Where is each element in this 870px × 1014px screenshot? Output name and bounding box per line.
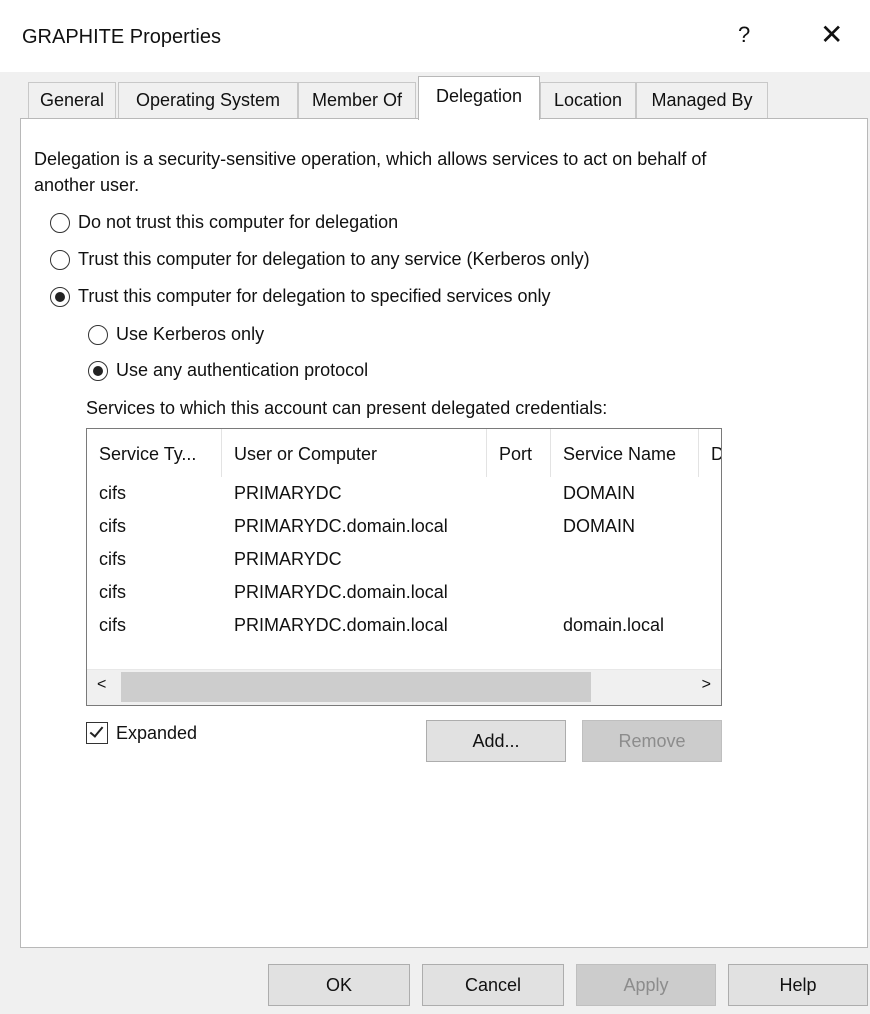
cancel-button[interactable]: Cancel [422, 964, 564, 1006]
radio-button[interactable] [88, 324, 108, 345]
cell-service-name: domain.local [563, 615, 665, 635]
radio-button[interactable] [50, 286, 70, 307]
scroll-right-icon[interactable]: > [702, 676, 711, 694]
services-list-caption: Services to which this account can prese… [86, 398, 608, 418]
table-row[interactable]: cifs PRIMARYDC [87, 546, 721, 572]
column-header-service-type[interactable]: Service Ty... [87, 429, 222, 477]
delegation-description: Delegation is a security-sensitive opera… [34, 149, 707, 195]
cell-service-type: cifs [99, 549, 126, 569]
checkmark-icon [89, 723, 104, 738]
tab-delegation[interactable]: Delegation [418, 76, 540, 120]
table-row[interactable]: cifs PRIMARYDC.domain.local domain.local [87, 612, 721, 638]
cell-service-name: DOMAIN [563, 483, 635, 503]
tab-member-of[interactable]: Member Of [298, 82, 416, 118]
cell-service-type: cifs [99, 516, 126, 536]
radio-label: Trust this computer for delegation to sp… [78, 286, 551, 306]
radio-button[interactable] [50, 249, 70, 270]
cell-user-or-computer: PRIMARYDC [234, 549, 342, 569]
radio-specified-services[interactable]: Trust this computer for delegation to sp… [50, 286, 551, 307]
ok-button[interactable]: OK [268, 964, 410, 1006]
cell-user-or-computer: PRIMARYDC.domain.local [234, 615, 448, 635]
table-row[interactable]: cifs PRIMARYDC DOMAIN [87, 480, 721, 506]
radio-selected-dot [55, 291, 65, 302]
column-header-port[interactable]: Port [487, 429, 551, 477]
cell-user-or-computer: PRIMARYDC.domain.local [234, 582, 448, 602]
cell-user-or-computer: PRIMARYDC.domain.local [234, 516, 448, 536]
help-button[interactable]: Help [728, 964, 868, 1006]
radio-label: Use any authentication protocol [116, 360, 369, 380]
radio-no-delegation[interactable]: Do not trust this computer for delegatio… [50, 212, 398, 233]
expanded-checkbox-row[interactable]: Expanded [86, 722, 197, 744]
title-bar: GRAPHITE Properties ? ✕ [0, 0, 870, 72]
column-header-truncated[interactable]: D [699, 429, 721, 477]
column-header-service-name[interactable]: Service Name [551, 429, 699, 477]
window-title: GRAPHITE Properties [22, 26, 221, 48]
radio-any-service[interactable]: Trust this computer for delegation to an… [50, 249, 590, 270]
tab-managed-by[interactable]: Managed By [636, 82, 768, 118]
horizontal-scrollbar[interactable]: < > [87, 669, 721, 705]
tab-general[interactable]: General [28, 82, 116, 118]
column-header-user-or-computer[interactable]: User or Computer [222, 429, 487, 477]
radio-button[interactable] [88, 360, 108, 381]
radio-button[interactable] [50, 212, 70, 233]
radio-any-protocol[interactable]: Use any authentication protocol [88, 360, 368, 381]
services-list[interactable]: Service Ty... User or Computer Port Serv… [86, 428, 722, 706]
radio-kerberos-only[interactable]: Use Kerberos only [88, 324, 264, 345]
cell-service-type: cifs [99, 483, 126, 503]
radio-selected-dot [93, 365, 103, 376]
list-header: Service Ty... User or Computer Port Serv… [87, 429, 721, 477]
apply-button[interactable]: Apply [576, 964, 716, 1006]
radio-label: Do not trust this computer for delegatio… [78, 212, 399, 232]
expanded-checkbox[interactable] [86, 722, 108, 744]
tab-operating-system[interactable]: Operating System [118, 82, 298, 118]
cell-user-or-computer: PRIMARYDC [234, 483, 342, 503]
help-icon[interactable]: ? [738, 22, 750, 48]
scroll-left-icon[interactable]: < [97, 676, 106, 694]
cell-service-type: cifs [99, 582, 126, 602]
add-button[interactable]: Add... [426, 720, 566, 762]
cell-service-name: DOMAIN [563, 516, 635, 536]
radio-label: Use Kerberos only [116, 324, 265, 344]
cell-service-type: cifs [99, 615, 126, 635]
expanded-label: Expanded [116, 722, 198, 743]
remove-button[interactable]: Remove [582, 720, 722, 762]
close-icon[interactable]: ✕ [820, 18, 843, 51]
table-row[interactable]: cifs PRIMARYDC.domain.local DOMAIN [87, 513, 721, 539]
tab-location[interactable]: Location [540, 82, 636, 118]
table-row[interactable]: cifs PRIMARYDC.domain.local [87, 579, 721, 605]
radio-label: Trust this computer for delegation to an… [78, 249, 590, 269]
scrollbar-thumb[interactable] [121, 672, 591, 702]
